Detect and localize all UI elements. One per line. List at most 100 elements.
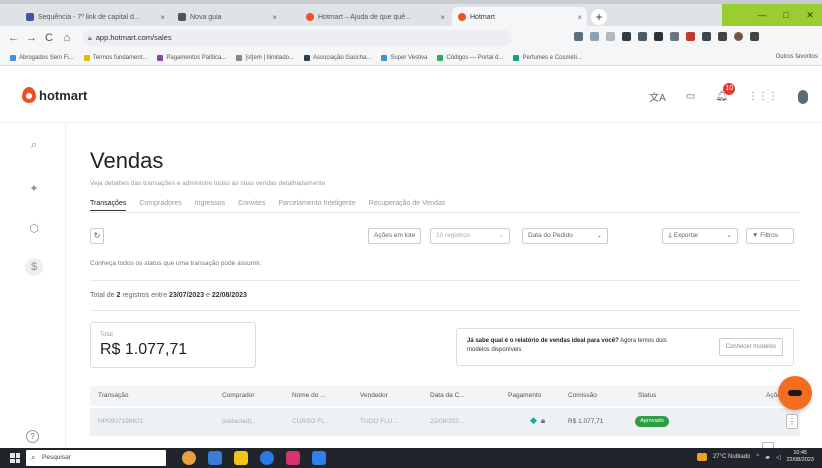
row-actions-button[interactable]: ⋮ bbox=[786, 414, 798, 429]
windows-start-icon[interactable] bbox=[10, 453, 20, 463]
close-window-icon[interactable]: ✕ bbox=[798, 4, 822, 26]
tab-parcelamento[interactable]: Parcelamento Inteligente bbox=[278, 200, 355, 211]
back-icon[interactable]: ← bbox=[8, 32, 19, 44]
extension-icon[interactable] bbox=[670, 32, 679, 41]
know-models-button[interactable]: Conhecer modelos bbox=[718, 338, 783, 356]
tab-favicon-icon bbox=[26, 13, 34, 21]
tab-recuperacao[interactable]: Recuperação de Vendas bbox=[369, 200, 446, 211]
close-tab-icon[interactable]: × bbox=[440, 13, 445, 22]
bookmark-item[interactable]: Super Vestiva bbox=[381, 54, 427, 61]
extension-icon[interactable] bbox=[574, 32, 583, 41]
col-status[interactable]: Status bbox=[638, 392, 656, 399]
reload-icon[interactable]: C bbox=[44, 32, 54, 44]
tab-ingressos[interactable]: Ingressos bbox=[195, 200, 225, 211]
puzzle-icon[interactable] bbox=[702, 32, 711, 41]
sales-icon[interactable]: $ bbox=[25, 258, 43, 276]
filters-button[interactable]: ▼ Filtros bbox=[746, 228, 794, 244]
weather-text[interactable]: 27°C Nublado bbox=[713, 454, 750, 460]
tray-chevron-icon[interactable]: ^ bbox=[756, 454, 759, 460]
browser-tab-active[interactable]: Hotmart × bbox=[452, 7, 587, 27]
bookmark-item[interactable]: [st]em | Ilimitado... bbox=[236, 54, 294, 61]
extension-icon[interactable] bbox=[654, 32, 663, 41]
network-icon[interactable]: ▰ bbox=[765, 454, 770, 461]
bell-icon[interactable]: 🔔︎ 10 bbox=[715, 83, 736, 102]
bookmark-item[interactable]: Códigos — Portal d... bbox=[437, 54, 503, 61]
status-badge: Aprovado bbox=[635, 416, 669, 427]
tab-compradores[interactable]: Compradores bbox=[139, 200, 181, 211]
extension-icon[interactable] bbox=[638, 32, 647, 41]
url-field[interactable]: 🔒︎ app.hotmart.com/sales bbox=[82, 30, 512, 46]
edge-icon[interactable] bbox=[260, 451, 274, 465]
apps-grid-icon[interactable]: ⋮⋮⋮ bbox=[748, 91, 778, 102]
col-nome-produto[interactable]: Nome do ... bbox=[292, 392, 326, 399]
products-icon[interactable]: ✦ bbox=[25, 180, 43, 198]
file-explorer-icon[interactable] bbox=[234, 451, 248, 465]
close-tab-icon[interactable]: × bbox=[577, 13, 582, 22]
profile-icon[interactable] bbox=[734, 32, 743, 41]
export-button[interactable]: ⍙ Exportar ⌄ bbox=[662, 228, 738, 244]
cell-transaction[interactable]: HP0907198621 bbox=[98, 418, 143, 425]
registers-select[interactable]: 10 registros ⌄ bbox=[430, 228, 510, 244]
col-comissao[interactable]: Comissão bbox=[568, 392, 597, 399]
language-icon[interactable]: 文A bbox=[649, 89, 666, 104]
extension-icon[interactable] bbox=[590, 32, 599, 41]
close-tab-icon[interactable]: × bbox=[272, 13, 277, 22]
browser-tab[interactable]: Hotmart – Ajuda de que quê... × bbox=[300, 7, 450, 27]
bulk-actions-button[interactable]: Ações em lote bbox=[368, 228, 422, 244]
tab-transacoes[interactable]: Transações bbox=[90, 200, 127, 211]
bookmark-item[interactable]: Pagamentos Palítica... bbox=[157, 54, 226, 61]
extension-icon[interactable] bbox=[622, 32, 631, 41]
date-type-value: Data do Pedido bbox=[528, 232, 573, 239]
date-from: 23/07/2023 bbox=[169, 292, 205, 299]
status-info-link[interactable]: Conheça todos os status que uma transaçã… bbox=[90, 260, 261, 267]
home-icon[interactable]: ⌂ bbox=[62, 32, 72, 44]
task-view-icon[interactable] bbox=[208, 451, 222, 465]
minimize-icon[interactable]: — bbox=[750, 4, 774, 26]
bookmark-item[interactable]: Associação Gaúcha... bbox=[304, 54, 371, 61]
store-icon[interactable] bbox=[286, 451, 300, 465]
bookmark-item[interactable]: Termos fundament... bbox=[83, 54, 147, 61]
forward-icon[interactable]: → bbox=[26, 32, 37, 44]
browser-tab[interactable]: Sequência - 7º link de capital d... × bbox=[20, 7, 170, 27]
chat-support-button[interactable] bbox=[778, 376, 812, 410]
bookmark-item[interactable]: Abrogados Sem Fi... bbox=[10, 54, 74, 61]
star-icon[interactable] bbox=[606, 32, 615, 41]
bookmark-icon bbox=[10, 54, 16, 61]
col-transacao[interactable]: Transação bbox=[98, 392, 128, 399]
other-bookmarks[interactable]: Outros favoritos bbox=[776, 54, 818, 60]
col-vendedor[interactable]: Vendedor bbox=[360, 392, 388, 399]
browser-tab[interactable]: Nova guia × bbox=[172, 7, 282, 27]
volume-icon[interactable]: ◁ bbox=[776, 454, 781, 461]
taskbar-apps bbox=[182, 451, 326, 465]
col-comprador[interactable]: Comprador bbox=[222, 392, 255, 399]
col-data-compra[interactable]: Data da C... bbox=[430, 392, 465, 399]
search-icon[interactable]: ⌕ bbox=[25, 136, 43, 154]
box-icon[interactable]: ⬡ bbox=[25, 220, 43, 238]
notification-badge: 10 bbox=[723, 83, 736, 95]
table-row[interactable]: HP0907198621 (redacted)... CURSO FL... T… bbox=[90, 408, 800, 436]
mail-icon[interactable] bbox=[312, 451, 326, 465]
sidebar-icon[interactable] bbox=[718, 32, 727, 41]
clock[interactable]: 10:45 22/08/2023 bbox=[786, 450, 814, 464]
help-icon[interactable]: ? bbox=[26, 430, 39, 443]
new-tab-button[interactable]: + bbox=[591, 9, 607, 25]
payment-icons: ◆ 🔒︎ bbox=[530, 415, 545, 426]
report-banner: Já sabe qual é o relatório de vendas ide… bbox=[456, 328, 794, 366]
hotmart-logo[interactable]: hotmart bbox=[22, 87, 87, 103]
menu-icon[interactable] bbox=[750, 32, 759, 41]
cell-commission: R$ 1.077,71 bbox=[568, 418, 604, 425]
avatar[interactable] bbox=[798, 89, 808, 104]
bookmark-item[interactable]: Perfumes e Cosméti... bbox=[513, 54, 582, 61]
chat-icon[interactable]: ▭ bbox=[686, 91, 695, 102]
col-pagamento[interactable]: Pagamento bbox=[508, 392, 541, 399]
taskbar-app-icon[interactable] bbox=[182, 451, 196, 465]
taskbar-search-input[interactable]: Pesquisar bbox=[26, 450, 166, 466]
refresh-button[interactable]: ↻ bbox=[90, 228, 104, 244]
close-tab-icon[interactable]: × bbox=[160, 13, 165, 22]
extension-icon[interactable] bbox=[686, 32, 695, 41]
weather-icon bbox=[696, 453, 707, 461]
url-text: app.hotmart.com/sales bbox=[95, 33, 172, 42]
maximize-icon[interactable]: □ bbox=[774, 4, 798, 26]
tab-convites[interactable]: Convites bbox=[238, 200, 265, 211]
date-type-select[interactable]: Data do Pedido ⌄ bbox=[522, 228, 608, 244]
